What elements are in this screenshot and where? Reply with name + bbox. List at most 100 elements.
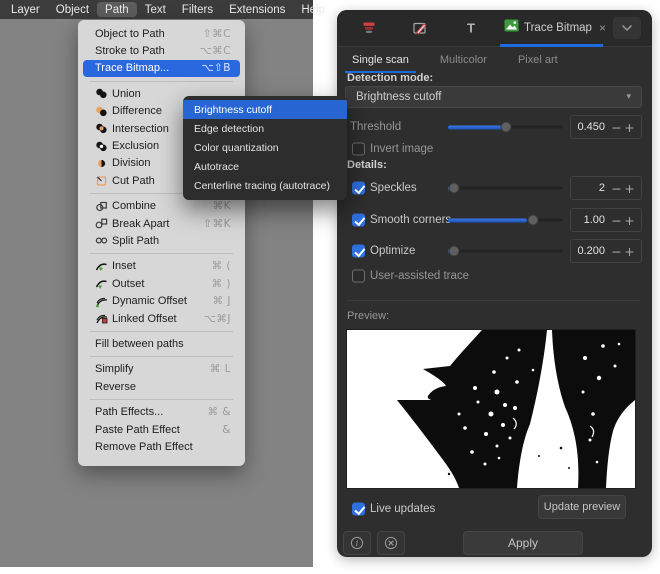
combine-icon <box>95 200 108 213</box>
cancel-button[interactable] <box>377 531 405 555</box>
submenu-item[interactable]: Brightness cutoff <box>183 100 347 119</box>
menu-item[interactable]: Simplify ⌘ L <box>83 361 240 378</box>
detail-value[interactable]: 2 <box>576 182 610 194</box>
threshold-slider[interactable] <box>448 122 563 133</box>
menubar-item[interactable]: Help <box>293 2 333 17</box>
apply-button[interactable]: Apply <box>463 531 583 555</box>
slider-track[interactable] <box>448 187 563 190</box>
menu-item[interactable]: Fill between paths <box>83 335 240 352</box>
scan-tab[interactable]: Single scan <box>345 52 416 73</box>
menu-item[interactable]: Remove Path Effect <box>83 438 240 455</box>
scan-tab[interactable]: Pixel art <box>511 52 565 73</box>
live-updates-checkbox[interactable] <box>352 503 365 516</box>
user-assisted-checkbox[interactable] <box>352 270 365 283</box>
threshold-row: Threshold 0.450 − + <box>337 115 652 139</box>
dock-tab-layers[interactable] <box>358 18 380 38</box>
increment-button[interactable]: + <box>623 244 636 259</box>
menu-item-shortcut: ⇧⌘C <box>203 28 231 40</box>
detail-checkbox[interactable] <box>352 214 365 227</box>
decrement-button[interactable]: − <box>610 213 623 228</box>
chevron-down-icon: ▾ <box>626 92 631 102</box>
dock-tab-edit[interactable] <box>409 18 431 38</box>
detail-value[interactable]: 0.200 <box>576 245 610 257</box>
menu-item-label: Reverse <box>95 381 231 393</box>
menu-item[interactable]: Stroke to Path ⌥⌘C <box>83 42 240 59</box>
dock-tab-trace-bitmap[interactable]: Trace Bitmap × <box>500 10 610 46</box>
slider-thumb[interactable] <box>528 215 539 226</box>
trace-method-submenu: Brightness cutoff Edge detection Color q… <box>183 96 347 200</box>
submenu-item[interactable]: Centerline tracing (autotrace) <box>183 176 347 195</box>
dock-tab-text[interactable]: T <box>460 18 482 38</box>
threshold-value[interactable]: 0.450 <box>576 121 610 133</box>
preview-label: Preview: <box>347 310 389 322</box>
menu-item[interactable]: Path Effects... ⌘ & <box>83 403 240 420</box>
menubar-item[interactable]: Layer <box>3 2 48 17</box>
menu-item-shortcut: ⌘ ( <box>212 260 231 272</box>
menubar-item[interactable]: Path <box>97 2 137 17</box>
menu-item[interactable]: Trace Bitmap... ⌥⇧B <box>83 60 240 77</box>
union-icon <box>95 87 108 100</box>
detail-label: Optimize <box>370 245 415 257</box>
info-button[interactable]: i <box>343 531 371 555</box>
slider-track[interactable] <box>448 250 563 253</box>
image-icon <box>504 19 519 37</box>
menubar-item[interactable]: Filters <box>174 2 221 17</box>
decrement-button[interactable]: − <box>610 120 623 135</box>
menu-item[interactable]: Combine ⌘K <box>83 198 240 215</box>
detail-value[interactable]: 1.00 <box>576 214 610 226</box>
submenu-item[interactable]: Edge detection <box>183 119 347 138</box>
division-icon <box>95 157 108 170</box>
menu-item[interactable]: Split Path <box>83 232 240 249</box>
menubar-item[interactable]: Object <box>48 2 97 17</box>
slider-thumb[interactable] <box>448 246 459 257</box>
menubar-item[interactable]: Text <box>137 2 174 17</box>
slider-thumb[interactable] <box>448 183 459 194</box>
detail-label: Speckles <box>370 182 417 194</box>
menubar-item[interactable]: Extensions <box>221 2 293 17</box>
intersection-icon <box>95 122 108 135</box>
slider-fill <box>448 125 503 129</box>
scan-tab[interactable]: Multicolor <box>433 52 494 73</box>
detail-spinbox: 1.00 − + <box>570 208 642 232</box>
detection-mode-dropdown[interactable]: Brightness cutoff ▾ <box>345 86 642 108</box>
menu-item-label: Trace Bitmap... <box>95 62 201 74</box>
close-circle-icon <box>384 536 398 550</box>
increment-button[interactable]: + <box>623 120 636 135</box>
menu-item[interactable]: Paste Path Effect & <box>83 421 240 438</box>
menu-item-label: Outset <box>112 278 212 290</box>
threshold-spinbox: 0.450 − + <box>570 115 642 139</box>
detail-slider[interactable] <box>448 183 563 194</box>
menu-item[interactable]: Break Apart ⇧⌘K <box>83 215 240 232</box>
detail-slider[interactable] <box>448 246 563 257</box>
decrement-button[interactable]: − <box>610 181 623 196</box>
menu-item-label: Fill between paths <box>95 338 231 350</box>
detail-label: Smooth corners <box>370 214 451 226</box>
menu-separator <box>90 250 233 258</box>
detail-checkbox[interactable] <box>352 245 365 258</box>
submenu-item[interactable]: Color quantization <box>183 138 347 157</box>
detail-checkbox[interactable] <box>352 182 365 195</box>
detail-slider[interactable] <box>448 215 563 226</box>
menu-item[interactable]: Object to Path ⇧⌘C <box>83 25 240 42</box>
submenu-item[interactable]: Autotrace <box>183 157 347 176</box>
menu-item[interactable]: Inset ⌘ ( <box>83 258 240 275</box>
menu-item[interactable]: Outset ⌘ ) <box>83 275 240 292</box>
slider-thumb[interactable] <box>500 122 511 133</box>
user-assisted-label: User-assisted trace <box>370 270 469 282</box>
menu-separator <box>90 77 233 85</box>
dock-menu-button[interactable] <box>613 17 641 39</box>
update-preview-button[interactable]: Update preview <box>538 495 626 519</box>
increment-button[interactable]: + <box>623 213 636 228</box>
decrement-button[interactable]: − <box>610 244 623 259</box>
info-icon: i <box>350 536 364 550</box>
tab-close-icon[interactable]: × <box>599 21 606 35</box>
details-label: Details: <box>347 159 387 171</box>
invert-image-checkbox[interactable] <box>352 143 365 156</box>
increment-button[interactable]: + <box>623 181 636 196</box>
menu-item[interactable]: Linked Offset ⌥⌘J <box>83 310 240 327</box>
menu-item[interactable]: Dynamic Offset ⌘ J <box>83 292 240 309</box>
dock-tabbar: T Trace Bitmap × <box>337 10 652 47</box>
menu-item-shortcut: & <box>222 424 231 436</box>
menu-item[interactable]: Reverse <box>83 378 240 395</box>
split-path-icon <box>95 234 108 247</box>
